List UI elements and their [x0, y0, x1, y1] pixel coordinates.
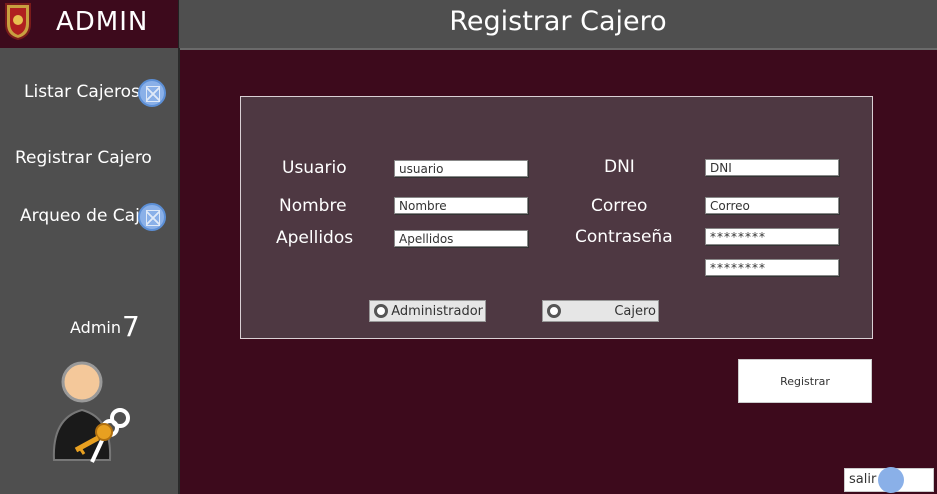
apellidos-label: Apellidos: [276, 228, 354, 248]
sidebar-item-label: Arqueo de Caja: [20, 206, 142, 226]
sidebar-item-arqueo-de-caja[interactable]: Arqueo de Caja: [20, 206, 142, 226]
exit-button[interactable]: salir: [844, 467, 934, 493]
password-input[interactable]: ********: [705, 228, 839, 245]
sidebar-item-listar-cajeros[interactable]: Listar Cajeros: [24, 82, 140, 102]
sidebar-item-label: Listar Cajeros: [24, 82, 140, 102]
role-cajero-radio[interactable]: Cajero: [542, 300, 659, 322]
password-label: Contraseña: [575, 227, 673, 247]
admin-user-key-icon: [52, 361, 130, 463]
dni-label: DNI: [604, 157, 635, 177]
radio-circle-icon: [547, 304, 561, 318]
admin-number: 7: [122, 310, 140, 343]
crest-logo-icon: [5, 3, 31, 40]
radio-circle-icon: [374, 304, 388, 318]
brand-bar: ADMIN: [0, 0, 179, 48]
dni-input[interactable]: DNI: [705, 159, 839, 176]
sidebar: Listar Cajeros Registrar Cajero Arqueo d…: [0, 48, 180, 494]
exit-label: salir: [849, 472, 877, 487]
close-badge-icon[interactable]: [138, 203, 166, 231]
sidebar-item-registrar-cajero[interactable]: Registrar Cajero: [15, 148, 152, 168]
role-admin-label: Administrador: [391, 304, 483, 319]
brand-title: ADMIN: [56, 7, 149, 37]
usuario-input[interactable]: usuario: [394, 160, 528, 177]
nombre-label: Nombre: [279, 196, 347, 216]
close-badge-icon[interactable]: [138, 79, 166, 107]
password-confirm-input[interactable]: ********: [705, 259, 839, 276]
nombre-input[interactable]: Nombre: [394, 197, 528, 214]
role-cajero-label: Cajero: [614, 304, 656, 319]
role-admin-radio[interactable]: Administrador: [369, 300, 486, 322]
register-button[interactable]: Registrar: [738, 359, 872, 403]
title-bar: Registrar Cajero: [179, 0, 937, 50]
apellidos-input[interactable]: Apellidos: [394, 230, 528, 247]
sidebar-item-label: Registrar Cajero: [15, 148, 152, 168]
correo-input[interactable]: Correo: [705, 197, 839, 214]
page-title: Registrar Cajero: [449, 6, 667, 37]
admin-label: Admin: [70, 318, 121, 337]
toggle-knob-icon: [878, 467, 904, 493]
usuario-label: Usuario: [282, 158, 347, 178]
correo-label: Correo: [591, 196, 648, 216]
